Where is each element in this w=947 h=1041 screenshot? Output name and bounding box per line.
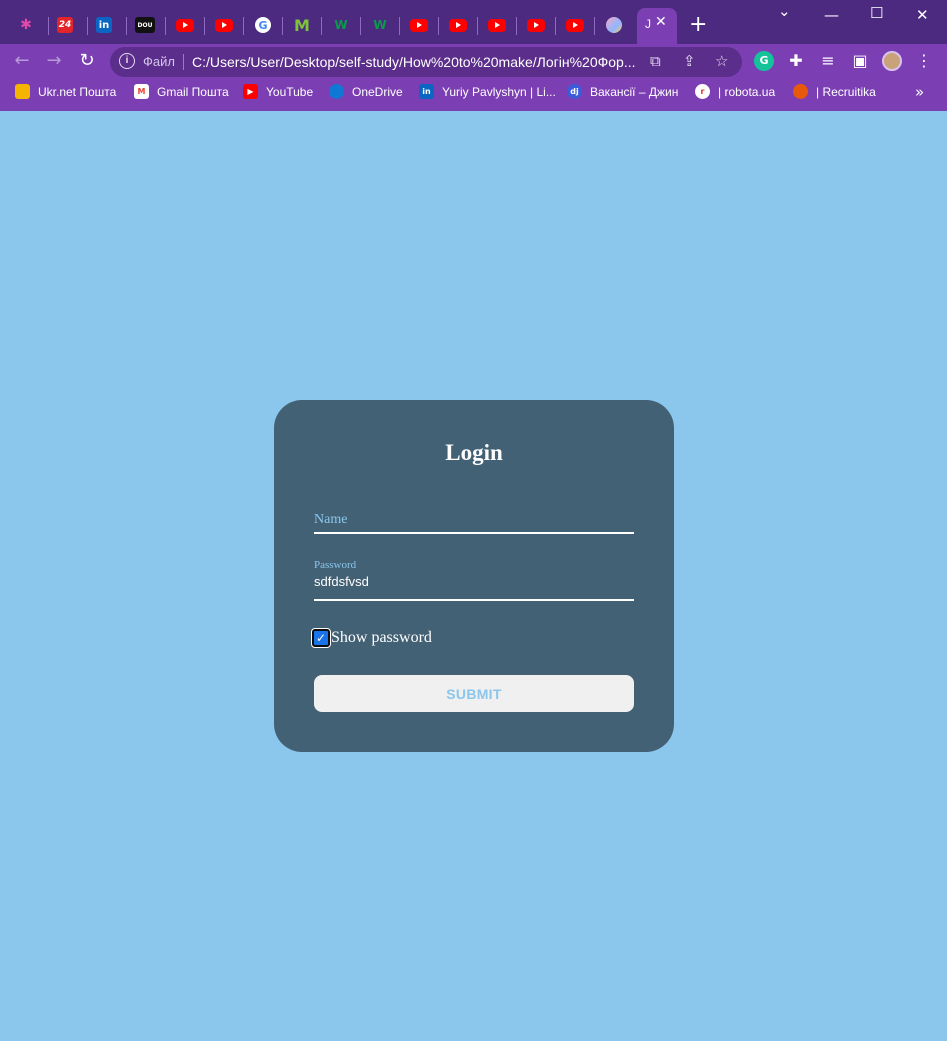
youtube-icon — [176, 18, 194, 32]
extensions-puzzle-icon[interactable]: ✚ — [786, 51, 806, 71]
tab-search-chevron-icon[interactable]: ⌄ — [778, 2, 791, 20]
bookmark-star-icon[interactable]: ☆ — [715, 52, 728, 70]
bookmark-label: Вакансії – Джин — [590, 84, 679, 99]
google-icon: G — [255, 17, 271, 33]
menu-kebab-icon[interactable]: ⋮ — [914, 51, 934, 71]
bookmark-ukrnet[interactable]: Ukr.net Пошта — [15, 84, 116, 99]
bookmarks-overflow-icon[interactable]: » — [915, 83, 924, 101]
bookmark-label: | robota.ua — [718, 84, 776, 99]
tab-m[interactable]: M — [290, 13, 314, 37]
active-tab-title: J — [645, 17, 651, 31]
youtube-icon — [215, 18, 233, 32]
bookmark-label: YouTube — [266, 84, 314, 99]
tab-youtube-5[interactable] — [485, 13, 509, 37]
browser-chrome: ✱ 24 in DOU G M W W J ✕ + ⌄ — ☐ ✕ ← → ↻ … — [0, 0, 947, 111]
flower-icon: ✱ — [20, 17, 32, 33]
bookmark-label: Ukr.net Пошта — [38, 84, 117, 99]
bookmark-youtube[interactable]: ▶ YouTube — [243, 84, 313, 99]
back-arrow-icon[interactable]: ← — [10, 49, 34, 73]
gradient-circle-icon — [606, 17, 622, 33]
ukrnet-icon — [15, 84, 30, 99]
maximize-icon[interactable]: ☐ — [870, 4, 883, 22]
login-title: Login — [445, 440, 503, 465]
password-label: Password — [314, 559, 357, 571]
tab-flower[interactable]: ✱ — [14, 13, 38, 37]
bookmark-gmail[interactable]: M Gmail Пошта — [134, 84, 229, 99]
tab-w-1[interactable]: W — [329, 13, 353, 37]
tab-youtube-3[interactable] — [407, 13, 431, 37]
tab-dou[interactable]: DOU — [133, 13, 157, 37]
tab-youtube-4[interactable] — [446, 13, 470, 37]
w-icon: W — [373, 18, 387, 32]
tab-news24[interactable]: 24 — [53, 13, 77, 37]
onedrive-icon — [329, 84, 344, 99]
password-field: Password sdfdsfvsd — [314, 556, 634, 601]
new-tab-button[interactable]: + — [689, 13, 707, 37]
recruitika-icon — [793, 84, 808, 99]
bookmark-linkedin[interactable]: in Yuriy Pavlyshyn | Li... — [419, 84, 556, 99]
youtube-icon — [566, 18, 584, 32]
close-tab-icon[interactable]: ✕ — [655, 14, 667, 30]
gmail-icon: M — [134, 84, 149, 99]
bookmark-label: Gmail Пошта — [157, 84, 229, 99]
linkedin-icon: in — [419, 84, 434, 99]
show-password-checkbox[interactable]: ✓ — [312, 629, 330, 647]
tab-linkedin[interactable]: in — [92, 13, 116, 37]
bookmark-robota[interactable]: r | robota.ua — [695, 84, 775, 99]
active-tab[interactable]: J ✕ — [637, 8, 677, 44]
share-icon[interactable]: ⇪ — [683, 52, 696, 70]
youtube-icon: ▶ — [243, 84, 258, 99]
youtube-icon — [410, 18, 428, 32]
tab-youtube-7[interactable] — [563, 13, 587, 37]
submit-button[interactable]: SUBMIT — [314, 675, 634, 712]
news24-icon: 24 — [57, 17, 73, 33]
address-bar[interactable]: i Файл C:/Users/User/Desktop/self-study/… — [110, 47, 742, 77]
djinni-icon: dj — [567, 84, 582, 99]
profile-avatar[interactable] — [882, 51, 902, 71]
scheme-label: Файл — [143, 54, 175, 69]
minimize-icon[interactable]: — — [824, 6, 839, 24]
url-text[interactable]: C:/Users/User/Desktop/self-study/How%20t… — [192, 54, 642, 70]
bookmark-label: OneDrive — [352, 84, 403, 99]
w-icon: W — [334, 18, 348, 32]
tab-gradient[interactable] — [602, 13, 626, 37]
tab-google[interactable]: G — [251, 13, 275, 37]
forward-arrow-icon[interactable]: → — [42, 49, 66, 73]
tab-youtube-2[interactable] — [212, 13, 236, 37]
robota-icon: r — [695, 84, 710, 99]
window-close-icon[interactable]: ✕ — [916, 6, 929, 24]
grammarly-icon[interactable]: G — [754, 51, 774, 71]
media-queue-icon[interactable]: ≡ — [818, 51, 838, 71]
youtube-icon — [449, 18, 467, 32]
browser-toolbar: ← → ↻ i Файл C:/Users/User/Desktop/self-… — [0, 44, 947, 78]
bookmark-recruitika[interactable]: | Recruitika — [793, 84, 876, 99]
password-input[interactable]: sdfdsfvsd — [314, 574, 369, 589]
bookmarks-bar: Ukr.net Пошта M Gmail Пошта ▶ YouTube On… — [0, 80, 947, 106]
tab-w-2[interactable]: W — [368, 13, 392, 37]
name-field — [314, 506, 634, 534]
youtube-icon — [488, 18, 506, 32]
show-password-label[interactable]: Show password — [331, 629, 432, 647]
bookmark-label: | Recruitika — [816, 84, 876, 99]
tab-strip: ✱ 24 in DOU G M W W J ✕ + ⌄ — ☐ ✕ — [0, 0, 947, 44]
m-icon: M — [294, 15, 310, 35]
reload-icon[interactable]: ↻ — [75, 49, 99, 73]
bookmark-djinni[interactable]: dj Вакансії – Джин — [567, 84, 678, 99]
name-input[interactable] — [314, 512, 634, 528]
bookmark-label: Yuriy Pavlyshyn | Li... — [442, 84, 556, 99]
bookmark-onedrive[interactable]: OneDrive — [329, 84, 403, 99]
youtube-icon — [527, 18, 545, 32]
tab-youtube-6[interactable] — [524, 13, 548, 37]
login-card: Login Password sdfdsfvsd ✓ Show password… — [274, 400, 674, 752]
translate-icon[interactable]: ⧉ — [650, 52, 661, 70]
dou-icon: DOU — [135, 17, 155, 33]
show-password-row: ✓ Show password — [312, 629, 432, 647]
side-panel-icon[interactable]: ▣ — [850, 51, 870, 71]
info-icon[interactable]: i — [119, 53, 135, 69]
linkedin-icon: in — [96, 17, 112, 33]
tab-youtube-1[interactable] — [173, 13, 197, 37]
